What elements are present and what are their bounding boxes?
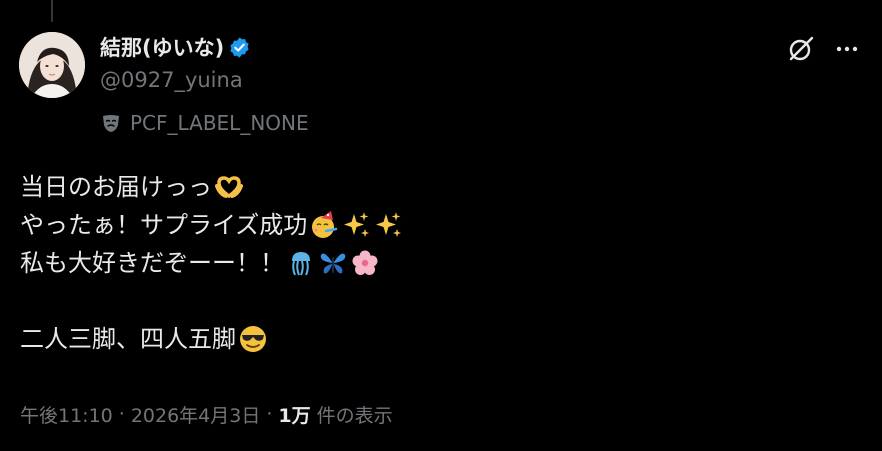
avatar[interactable] [19, 32, 85, 98]
mask-icon [100, 112, 122, 134]
post-text-segment: やったぁ！サプライズ成功 [20, 211, 308, 239]
grok-icon[interactable] [786, 34, 816, 64]
more-options-icon[interactable] [832, 34, 862, 64]
post-date[interactable]: 2026年4月3日 [131, 401, 261, 428]
cherry-blossom-emoji-icon [350, 248, 380, 278]
post-metadata: 午後11:10 · 2026年4月3日 · 1万 件の表示 [20, 398, 393, 430]
smiling-face-with-sunglasses-emoji-icon [238, 324, 268, 354]
author-handle[interactable]: @0927_yuina [100, 66, 882, 94]
content-label-row: PCF_LABEL_NONE [100, 108, 309, 138]
butterfly-emoji-icon [318, 248, 348, 278]
partying-face-emoji-icon [309, 210, 339, 240]
heart-hands-emoji-icon [214, 172, 244, 202]
post-text-segment: 当日のお届けっっ [20, 173, 212, 201]
avatar-image [19, 32, 85, 98]
post-text: 当日のお届けっっ やったぁ！サプライズ成功 私も大好きだぞーー！！ 二人三脚、四… [20, 168, 860, 358]
metadata-separator: · [118, 403, 125, 425]
post-text-segment: 二人三脚、四人五脚 [20, 325, 236, 353]
post-text-blank-line [20, 282, 860, 320]
jellyfish-emoji-icon [286, 248, 316, 278]
thread-connector-line [51, 0, 53, 22]
content-label-text: PCF_LABEL_NONE [130, 111, 309, 135]
author-name-row: 結那(ゆいな) [100, 32, 882, 62]
verified-badge-icon[interactable] [228, 36, 251, 59]
author-display-name[interactable]: 結那(ゆいな) [100, 32, 224, 62]
sparkles-emoji-icon [341, 210, 371, 240]
post-text-line: やったぁ！サプライズ成功 [20, 206, 860, 244]
post-header: 結那(ゆいな) @0927_yuina [100, 32, 882, 102]
post-text-line: 二人三脚、四人五脚 [20, 320, 860, 358]
views-label: 件の表示 [316, 404, 393, 427]
sparkles-emoji-icon [373, 210, 403, 240]
views-count: 1万 [278, 404, 311, 427]
post-time[interactable]: 午後11:10 [20, 401, 113, 428]
post-text-line: 当日のお届けっっ [20, 168, 860, 206]
metadata-separator: · [266, 403, 273, 425]
post-text-segment: 私も大好きだぞーー！！ [20, 249, 284, 277]
post-text-line: 私も大好きだぞーー！！ [20, 244, 860, 282]
